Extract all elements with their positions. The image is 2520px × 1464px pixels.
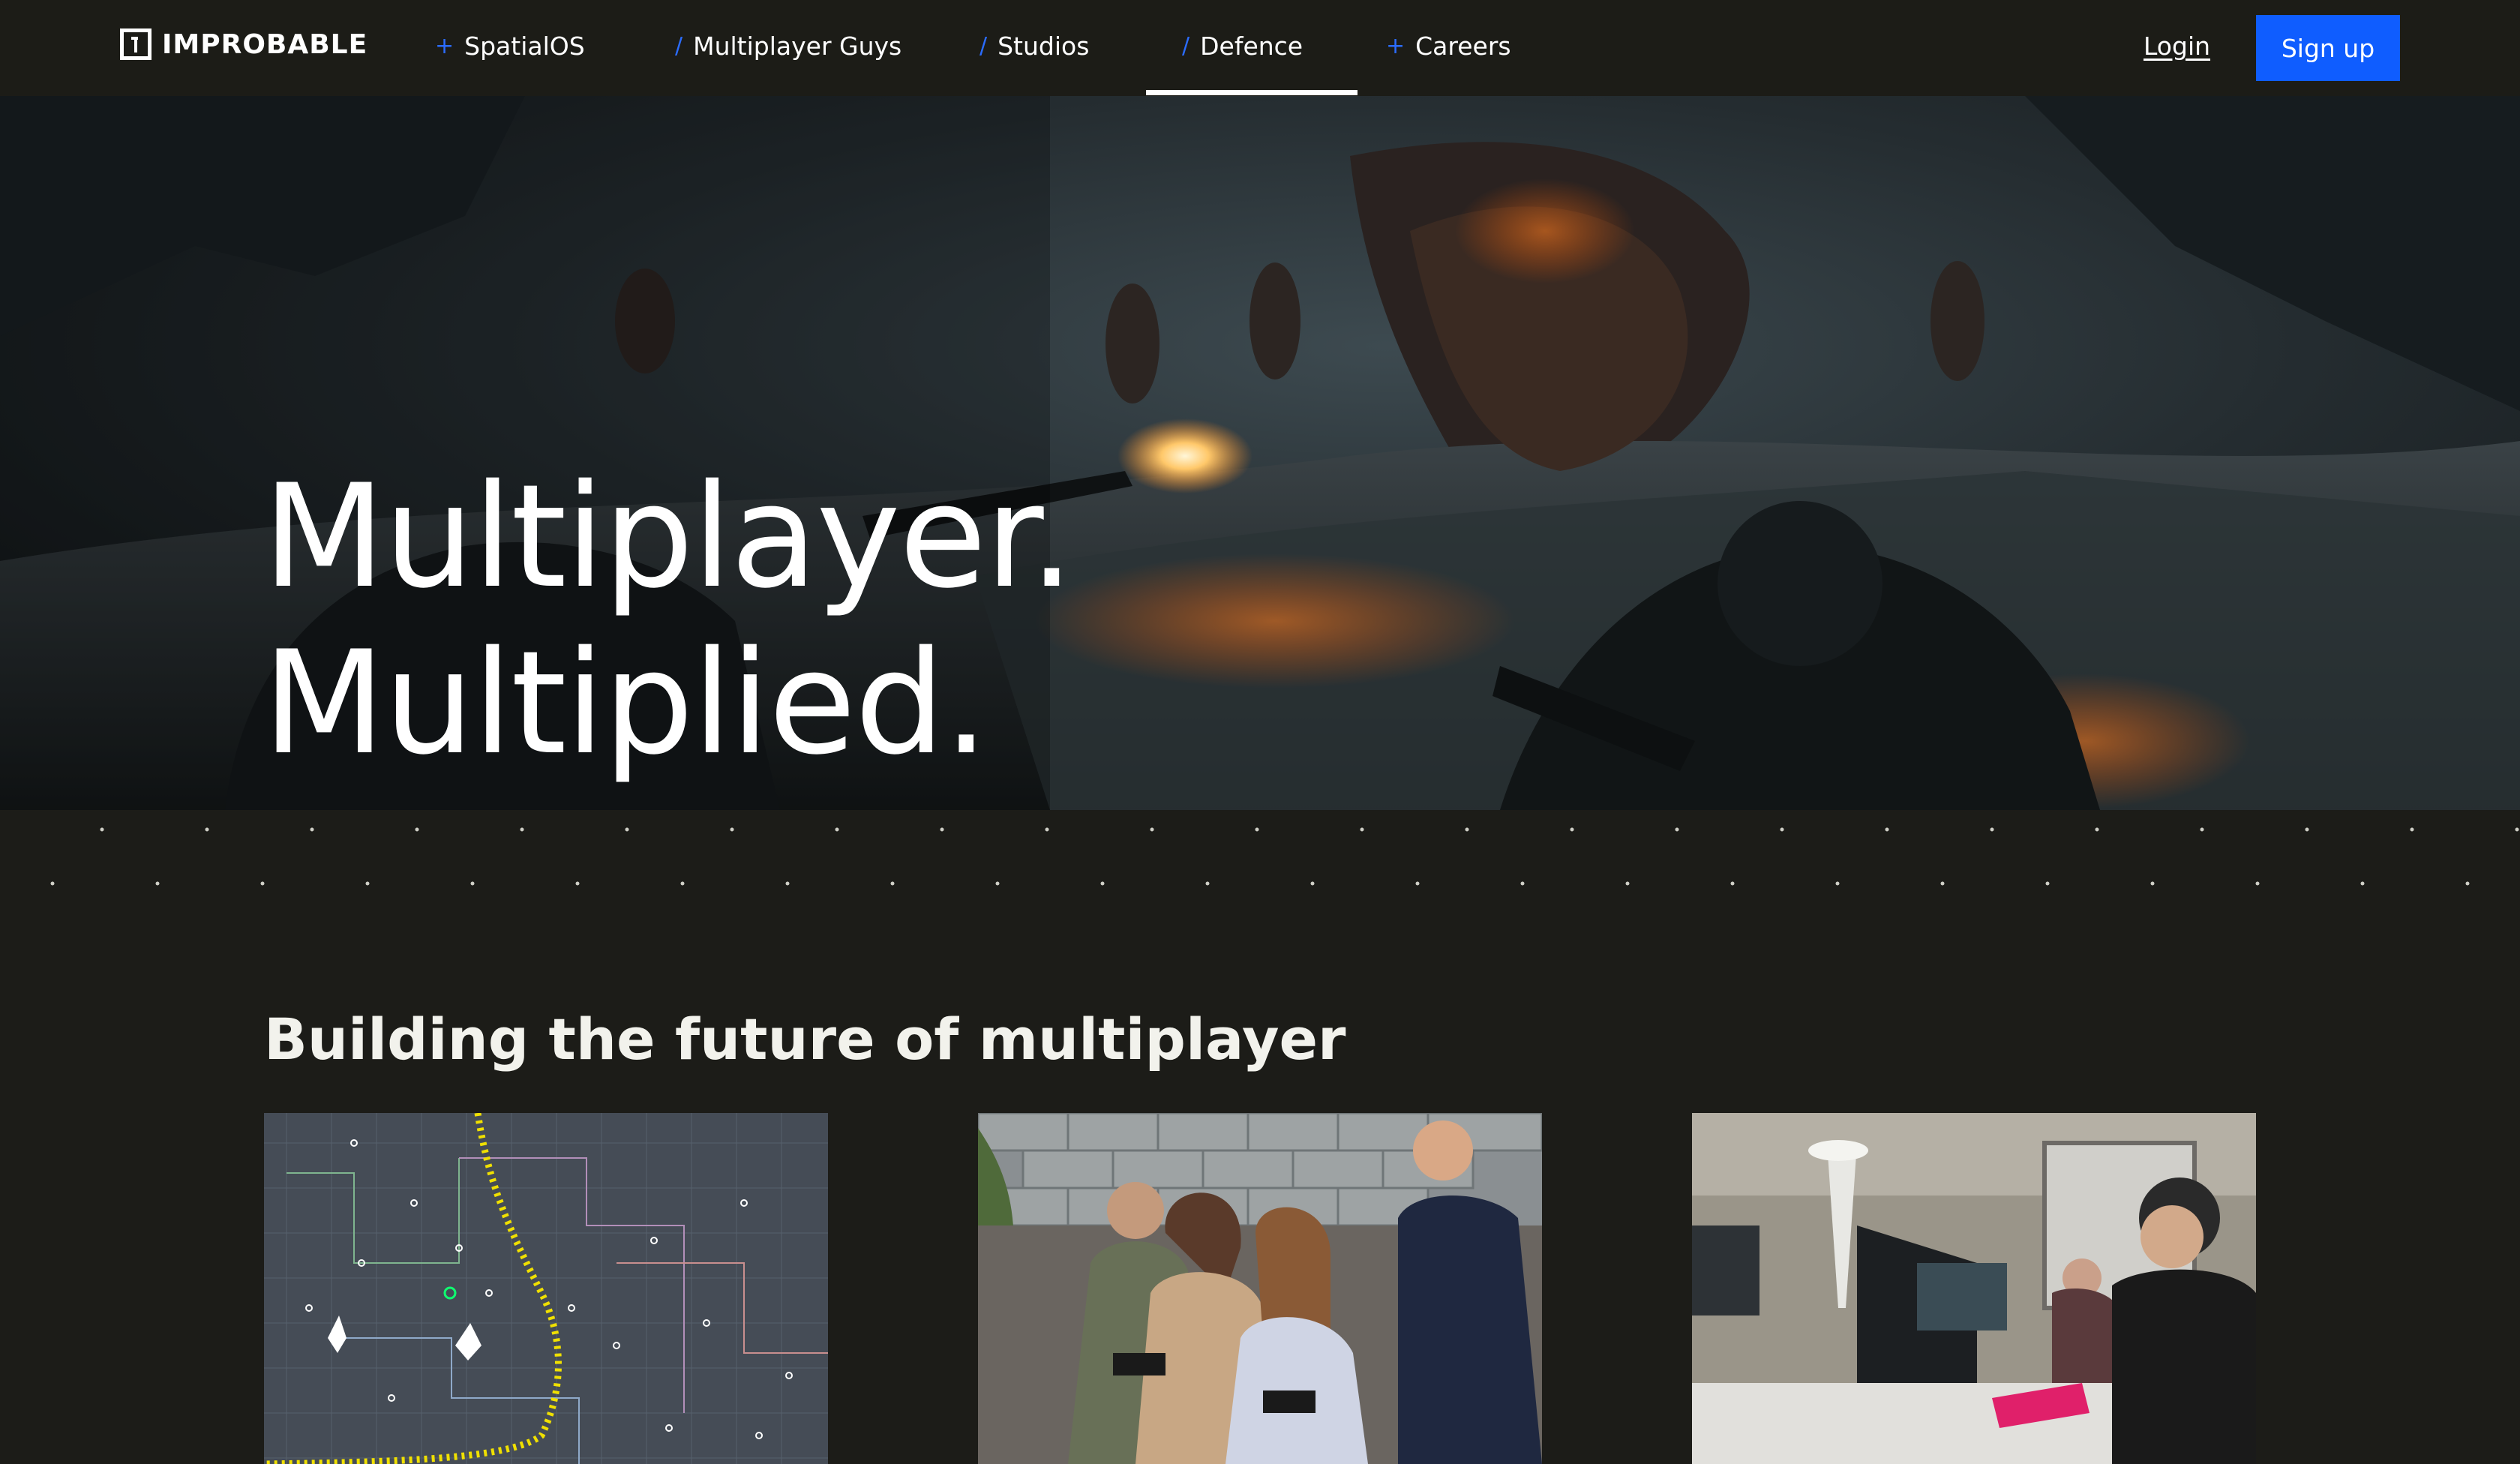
divider-dot (260, 881, 265, 886)
nav-label: Defence (1200, 32, 1304, 61)
divider-dot (680, 881, 685, 886)
divider-dot (2305, 827, 2309, 832)
nav-label: Careers (1415, 32, 1511, 61)
nav-label: Studios (998, 32, 1090, 61)
dotted-divider (50, 827, 2519, 886)
divider-dot (1940, 881, 1945, 886)
divider-dot (310, 827, 314, 832)
divider-dot (890, 881, 895, 886)
divider-dot (1990, 827, 1994, 832)
divider-dot (365, 881, 370, 886)
card-players-gaming-photo[interactable] (978, 1113, 1542, 1464)
divider-dot (1360, 827, 1364, 832)
section-title: Building the future of multiplayer (264, 1006, 1346, 1073)
active-tab-indicator (1146, 90, 1358, 95)
slash-icon: / (675, 33, 683, 59)
divider-dot (1100, 881, 1105, 886)
divider-dot (1045, 827, 1049, 832)
divider-dot (205, 827, 209, 832)
divider-dot (520, 827, 524, 832)
improbable-logo[interactable]: IMPROBABLE (120, 28, 368, 60)
divider-dot (2410, 827, 2414, 832)
divider-dot (100, 827, 104, 832)
divider-dot (1885, 827, 1889, 832)
hero-line-1: Multiplayer. (262, 454, 1075, 620)
divider-dot (50, 881, 55, 886)
slash-icon: / (980, 33, 988, 59)
divider-dot (2465, 881, 2470, 886)
nav-multiplayer-guys[interactable]: / Multiplayer Guys (675, 32, 902, 61)
divider-dot (1310, 881, 1315, 886)
divider-dot (1675, 827, 1679, 832)
nav-studios[interactable]: / Studios (980, 32, 1089, 61)
nav-careers[interactable]: + Careers (1386, 32, 1511, 61)
hero-headline: Multiplayer. Multiplied. (262, 454, 1075, 787)
divider-dot (1780, 827, 1784, 832)
nav-spatialos[interactable]: + SpatialOS (435, 32, 585, 61)
divider-dot (995, 881, 1000, 886)
divider-dot (2515, 827, 2519, 832)
divider-dot (625, 827, 629, 832)
nav-label: Multiplayer Guys (693, 32, 902, 61)
divider-dot (1570, 827, 1574, 832)
top-nav: IMPROBABLE + SpatialOS / Multiplayer Guy… (0, 0, 2520, 96)
divider-dot (835, 827, 839, 832)
logo-icon (120, 28, 152, 60)
divider-dot (575, 881, 580, 886)
divider-dot (1835, 881, 1840, 886)
divider-dot (155, 881, 160, 886)
divider-dot (1415, 881, 1420, 886)
divider-dot (1625, 881, 1630, 886)
hero-line-2: Multiplied. (262, 620, 989, 787)
divider-dot (2360, 881, 2365, 886)
card-simulation-map-image[interactable] (264, 1113, 828, 1464)
slash-icon: / (1182, 33, 1190, 59)
divider-dot (2255, 881, 2260, 886)
divider-dot (1150, 827, 1154, 832)
login-link[interactable]: Login (2144, 32, 2210, 61)
divider-dot (940, 827, 944, 832)
nav-defence[interactable]: / Defence (1182, 32, 1303, 61)
signup-button[interactable]: Sign up (2256, 15, 2400, 81)
divider-dot (415, 827, 419, 832)
divider-dot (2045, 881, 2050, 886)
divider-dot (2150, 881, 2155, 886)
divider-dot (785, 881, 790, 886)
divider-dot (730, 827, 734, 832)
logo-text: IMPROBABLE (162, 28, 368, 60)
card-office-workers-photo[interactable] (1692, 1113, 2256, 1464)
hero-banner: Multiplayer. Multiplied. (0, 96, 2520, 810)
divider-dot (1520, 881, 1525, 886)
divider-dot (1255, 827, 1259, 832)
divider-dot (1465, 827, 1469, 832)
divider-dot (1730, 881, 1735, 886)
nav-label: SpatialOS (464, 32, 585, 61)
divider-dot (470, 881, 475, 886)
plus-icon: + (435, 33, 454, 59)
plus-icon: + (1386, 33, 1406, 59)
divider-dot (1205, 881, 1210, 886)
divider-dot (2095, 827, 2099, 832)
divider-dot (2200, 827, 2204, 832)
